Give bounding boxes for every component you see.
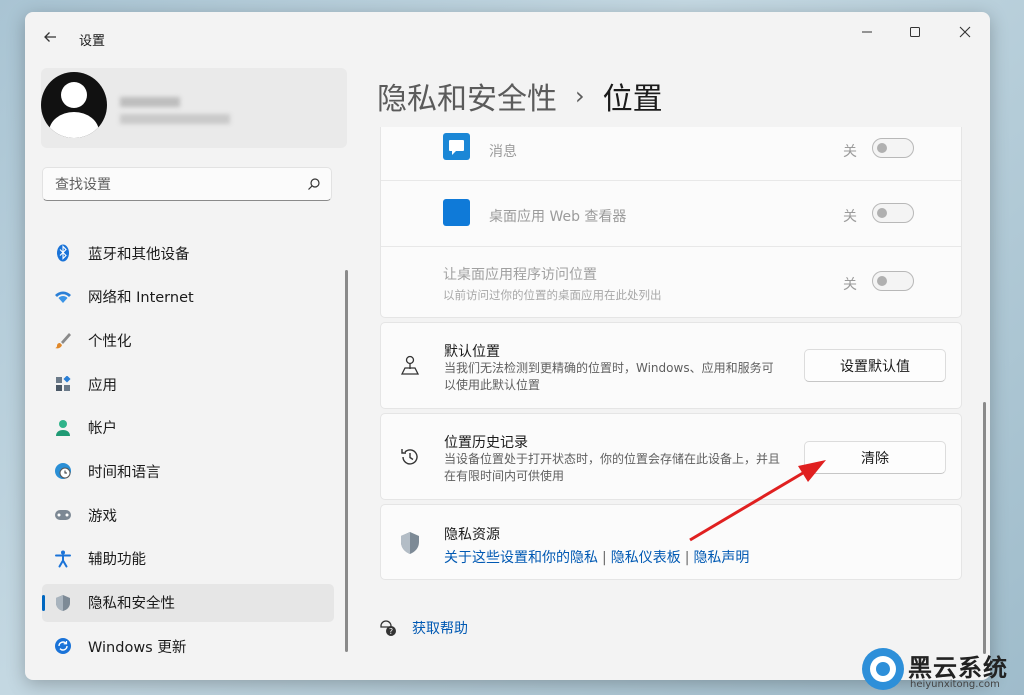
shield-icon	[54, 594, 72, 612]
main-scrollbar[interactable]	[983, 402, 986, 654]
sidebar-item-label: 时间和语言	[88, 464, 161, 481]
settings-window: 设置 蓝牙和其他设备 网络和 Int	[25, 12, 990, 680]
search-input[interactable]	[53, 174, 297, 196]
search-icon[interactable]	[307, 176, 321, 195]
sidebar-item-label: 辅助功能	[88, 552, 146, 569]
app-name: 消息	[489, 144, 517, 160]
sidebar-item-bluetooth[interactable]: 蓝牙和其他设备	[42, 234, 334, 272]
title-bar: 设置	[25, 12, 990, 56]
default-location-description: 当我们无法检测到更精确的位置时，Windows、应用和服务可以使用此默认位置	[444, 361, 774, 392]
shield-icon	[398, 531, 422, 555]
app-title: 设置	[79, 34, 106, 49]
toggle-state-label: 关	[843, 144, 857, 160]
breadcrumb-separator: ›	[575, 82, 585, 110]
desktop-apps-row: 让桌面应用程序访问位置 以前访问过你的位置的桌面应用在此处列出 关	[381, 247, 961, 319]
maximize-button[interactable]	[892, 17, 938, 47]
sidebar-item-network[interactable]: 网络和 Internet	[42, 278, 334, 316]
app-row-messages: 消息 关	[381, 127, 961, 181]
location-history-description: 当设备位置处于打开状态时，你的位置会存储在此设备上，并且在有限时间内可供使用	[444, 452, 781, 483]
privacy-dashboard-link[interactable]: 隐私仪表板	[611, 550, 681, 566]
watermark-name: 黑云系统	[908, 654, 1008, 682]
sidebar-item-label: 网络和 Internet	[88, 290, 194, 307]
sidebar-item-apps[interactable]: 应用	[42, 365, 334, 403]
privacy-statement-link[interactable]: 隐私声明	[693, 550, 749, 566]
default-location-card: 默认位置 当我们无法检测到更精确的位置时，Windows、应用和服务可以使用此默…	[380, 322, 962, 409]
sidebar-item-gaming[interactable]: 游戏	[42, 496, 334, 534]
history-icon	[398, 445, 422, 469]
privacy-settings-link[interactable]: 关于这些设置和你的隐私	[444, 550, 598, 566]
help-icon: ?	[380, 620, 396, 636]
sidebar-item-label: 应用	[88, 377, 117, 394]
sidebar-item-label: Windows 更新	[88, 639, 187, 656]
default-location-title: 默认位置	[444, 344, 500, 360]
watermark: 黑云系统 heiyunxitong.com	[862, 648, 1022, 694]
app-row-web-viewer: 桌面应用 Web 查看器 关	[381, 181, 961, 247]
sidebar-item-personalization[interactable]: 个性化	[42, 321, 334, 359]
toggle-state-label: 关	[843, 209, 857, 225]
messages-location-toggle[interactable]	[872, 138, 914, 158]
account-icon	[54, 419, 72, 437]
messages-app-icon	[443, 133, 470, 160]
get-help[interactable]: ? 获取帮助	[378, 618, 468, 638]
breadcrumb-parent[interactable]: 隐私和安全性	[377, 74, 557, 118]
sidebar-item-privacy-security[interactable]: 隐私和安全性	[42, 583, 334, 622]
watermark-url: heiyunxitong.com	[910, 679, 1000, 690]
svg-text:?: ?	[389, 627, 393, 636]
sidebar-item-label: 隐私和安全性	[88, 596, 175, 612]
link-divider: |	[602, 550, 607, 566]
redacted-user-email	[120, 114, 230, 124]
sidebar-item-label: 游戏	[88, 508, 117, 525]
breadcrumb: 隐私和安全性 › 位置	[377, 74, 663, 118]
app-location-access-list: 消息 关 桌面应用 Web 查看器 关 让桌面应用程序访问位置 以前访问过你的位…	[380, 127, 962, 318]
watermark-logo	[862, 648, 904, 690]
close-icon	[959, 26, 971, 38]
sidebar-item-label: 帐户	[88, 421, 117, 438]
desktop-apps-description: 以前访问过你的位置的桌面应用在此处列出	[443, 288, 662, 302]
location-history-card: 位置历史记录 当设备位置处于打开状态时，你的位置会存储在此设备上，并且在有限时间…	[380, 413, 962, 500]
map-pin-icon	[398, 353, 422, 377]
apps-icon	[54, 375, 72, 393]
redacted-user-name	[120, 97, 180, 107]
sidebar-item-label: 个性化	[88, 333, 132, 350]
sidebar-item-label: 蓝牙和其他设备	[88, 246, 190, 263]
sidebar-item-accounts[interactable]: 帐户	[42, 409, 334, 447]
maximize-icon	[910, 27, 920, 37]
link-divider: |	[684, 550, 690, 566]
sidebar-nav: 蓝牙和其他设备 网络和 Internet 个性化 应用 帐户 时间和语言 游戏 …	[42, 234, 334, 671]
web-viewer-app-icon	[443, 199, 470, 226]
gamepad-icon	[54, 506, 72, 524]
privacy-resource-links: 关于这些设置和你的隐私 | 隐私仪表板 | 隐私声明	[444, 547, 749, 567]
sidebar-item-time-language[interactable]: 时间和语言	[42, 452, 334, 490]
bluetooth-icon	[54, 244, 72, 262]
clock-globe-icon	[54, 462, 72, 480]
minimize-button[interactable]	[844, 17, 890, 47]
get-help-link[interactable]: 获取帮助	[412, 618, 468, 638]
location-history-title: 位置历史记录	[444, 435, 528, 451]
toggle-state-label: 关	[843, 277, 857, 293]
set-default-button[interactable]: 设置默认值	[804, 349, 946, 382]
back-arrow-icon	[44, 32, 56, 42]
page-title: 位置	[602, 82, 663, 117]
privacy-resources-title: 隐私资源	[444, 527, 500, 543]
web-viewer-location-toggle[interactable]	[872, 203, 914, 223]
desktop-apps-location-toggle[interactable]	[872, 271, 914, 291]
back-button[interactable]	[37, 24, 63, 50]
clear-history-button[interactable]: 清除	[804, 441, 946, 474]
wifi-icon	[54, 288, 72, 306]
brush-icon	[54, 331, 72, 349]
accessibility-icon	[54, 550, 72, 568]
sidebar-item-windows-update[interactable]: Windows 更新	[42, 627, 334, 665]
sidebar-scrollbar[interactable]	[345, 270, 348, 652]
close-button[interactable]	[942, 17, 988, 47]
sidebar-item-accessibility[interactable]: 辅助功能	[42, 540, 334, 578]
desktop-apps-title: 让桌面应用程序访问位置	[443, 267, 597, 283]
app-name: 桌面应用 Web 查看器	[489, 209, 627, 225]
search-box[interactable]	[42, 167, 332, 201]
update-icon	[54, 637, 72, 655]
privacy-resources-card: 隐私资源 关于这些设置和你的隐私 | 隐私仪表板 | 隐私声明	[380, 504, 962, 580]
minimize-icon	[862, 31, 872, 33]
avatar[interactable]	[41, 72, 107, 138]
